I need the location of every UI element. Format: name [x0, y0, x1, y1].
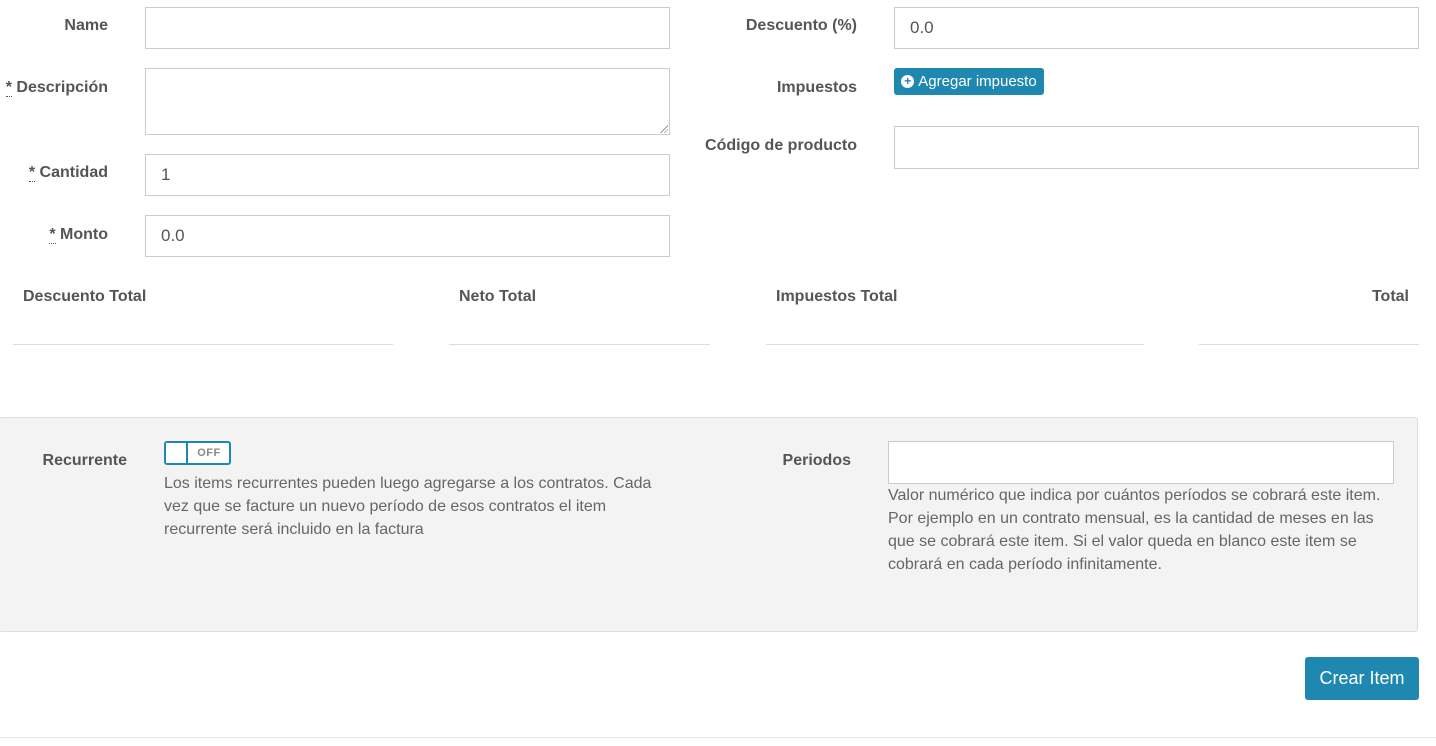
name-input[interactable] [145, 7, 670, 49]
description-textarea[interactable] [145, 68, 670, 135]
help-line: Por ejemplo en un contrato mensual, es l… [888, 510, 1374, 527]
taxes-total-label: Impuestos Total [776, 288, 898, 305]
resize-grip-icon[interactable] [660, 125, 668, 133]
amount-label: * Monto [0, 226, 108, 244]
add-tax-button-label: Agregar impuesto [918, 73, 1037, 90]
help-line: que se cobrará este item. Si el valor qu… [888, 533, 1357, 550]
help-line: Valor numérico que indica por cuántos pe… [888, 487, 1381, 504]
periods-label: Periodos [782, 452, 851, 469]
periods-help: Valor numérico que indica por cuántos pe… [888, 484, 1408, 576]
help-line: vez que se facture un nuevo período de e… [164, 498, 607, 515]
toggle-knob [166, 443, 188, 463]
toggle-state: OFF [197, 447, 221, 459]
discount-label: Descuento (%) [745, 17, 857, 34]
recurring-help: Los items recurrentes pueden luego agreg… [164, 472, 684, 541]
product-code-label: Código de producto [705, 137, 857, 154]
total-label: Total [1371, 288, 1409, 305]
create-item-button[interactable]: Crear Item [1305, 657, 1419, 700]
description-label: * Descripción [0, 79, 108, 97]
quantity-label-text: Cantidad [35, 164, 108, 181]
recurring-toggle[interactable]: OFF [164, 441, 231, 465]
name-label: Name [64, 17, 108, 34]
add-tax-button[interactable]: + Agregar impuesto [894, 68, 1044, 95]
taxes-total-value [766, 344, 1144, 345]
net-total-label: Neto Total [459, 288, 537, 305]
discount-total-label: Descuento Total [23, 288, 147, 305]
periods-input[interactable] [888, 441, 1394, 484]
quantity-input[interactable] [145, 154, 670, 196]
divider [0, 737, 1436, 738]
net-total-value [449, 344, 710, 345]
recurring-label: Recurrente [42, 452, 127, 469]
help-line: recurrente será incluido en la factura [164, 521, 424, 538]
discount-input[interactable] [894, 7, 1419, 49]
discount-total-value [13, 344, 393, 345]
total-value [1199, 344, 1419, 345]
plus-circle-icon: + [901, 75, 915, 88]
quantity-label: * Cantidad [0, 164, 108, 182]
amount-input[interactable] [145, 215, 670, 257]
amount-label-text: Monto [55, 226, 108, 243]
help-line: Los items recurrentes pueden luego agreg… [164, 475, 652, 492]
description-field[interactable] [145, 68, 670, 135]
help-line: cobrará en cada período infinitamente. [888, 556, 1162, 573]
description-label-text: Descripción [11, 79, 108, 96]
taxes-label: Impuestos [776, 79, 857, 96]
product-code-input[interactable] [894, 126, 1419, 169]
